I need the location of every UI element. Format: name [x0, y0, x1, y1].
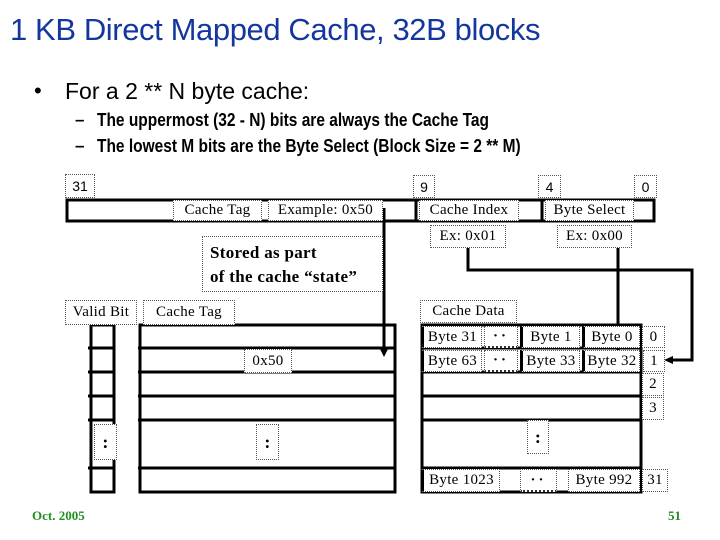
data-cell-ellipsis: ··: [484, 326, 518, 348]
index-select-arrowhead: [664, 356, 673, 364]
valid-bit-header: Valid Bit: [65, 300, 137, 325]
row-index: 3: [642, 397, 664, 420]
cache-data-header: Cache Data: [420, 300, 517, 323]
bit-label-4: 4: [538, 175, 561, 198]
bit-label-0: 0: [634, 175, 657, 198]
data-cell-high-byte: Byte 31: [421, 326, 482, 348]
field-byte-select: Byte Select: [545, 200, 634, 221]
row-index: 0: [642, 326, 665, 348]
valid-ellipsis: :: [94, 424, 117, 460]
data-cell-high-byte: Byte 1023: [421, 469, 500, 492]
field-cache-tag: Cache Tag: [173, 200, 262, 221]
data-cell-second-byte: Byte 1: [520, 326, 580, 348]
field-cache-index: Cache Index: [419, 200, 519, 221]
slide: 1 KB Direct Mapped Cache, 32B blocks • F…: [0, 0, 720, 540]
tag-ellipsis: :: [256, 424, 279, 460]
row-index: 31: [642, 469, 668, 492]
bit-label-9: 9: [413, 175, 435, 198]
index-example: Ex: 0x01: [430, 225, 506, 248]
row-index: 1: [643, 350, 665, 372]
state-note-line: Stored as part: [210, 243, 317, 262]
byte-example: Ex: 0x00: [557, 225, 632, 248]
data-cell-low-byte: Byte 0: [582, 326, 640, 348]
row-index: 2: [642, 373, 664, 396]
data-cell-low-byte: Byte 992: [568, 469, 640, 492]
bit-label-31: 31: [65, 174, 95, 198]
data-cell-high-byte: Byte 63: [421, 350, 482, 372]
data-ellipsis: :: [527, 420, 549, 454]
data-cell-second-byte: Byte 33: [520, 350, 580, 372]
footer-date: Oct. 2005: [32, 508, 85, 523]
state-note: Stored as part of the cache “state”: [202, 236, 383, 292]
field-tag-example: Example: 0x50: [268, 200, 383, 221]
page-number: 51: [668, 508, 681, 523]
data-cell-low-byte: Byte 32: [582, 350, 640, 372]
data-cell-ellipsis: ··: [484, 350, 518, 372]
data-cell-ellipsis: ··: [520, 469, 557, 492]
tag-value: 0x50: [244, 349, 292, 373]
cache-tag-header: Cache Tag: [143, 300, 235, 325]
state-note-line: of the cache “state”: [210, 267, 358, 286]
tag-compare-arrowhead: [380, 349, 388, 357]
